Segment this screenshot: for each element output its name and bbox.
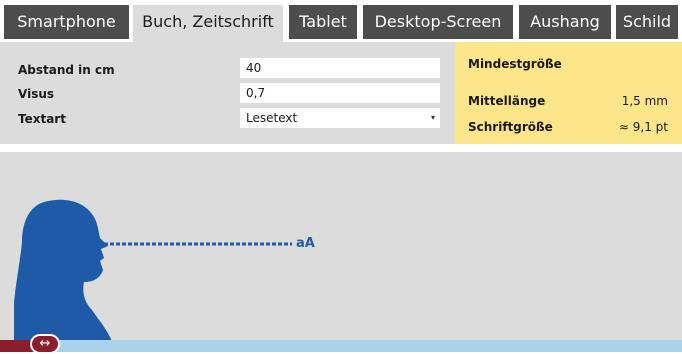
tab-smartphone[interactable]: Smartphone — [4, 5, 129, 39]
tab-buch-zeitschrift[interactable]: Buch, Zeitschrift — [133, 5, 283, 42]
tab-desktop-screen[interactable]: Desktop-Screen — [363, 5, 513, 39]
fontsize-label: Schriftgröße — [468, 120, 553, 134]
dropdown-arrow-icon: ▾ — [430, 113, 435, 122]
viewing-scene: aA ↔ — [0, 152, 682, 354]
input-panel: Abstand in cm 40 Visus 0,7 Textart Leset… — [0, 42, 455, 144]
midlength-value: 1,5 mm — [621, 94, 668, 108]
tab-aushang[interactable]: Aushang — [519, 5, 611, 39]
section-divider — [0, 144, 682, 152]
visus-input[interactable]: 0,7 — [240, 83, 440, 103]
tab-schild[interactable]: Schild — [616, 5, 678, 39]
person-silhouette-icon — [14, 199, 116, 352]
scene-graphic — [14, 199, 292, 352]
result-panel: Mindestgröße Mittellänge 1,5 mm Schriftg… — [455, 42, 682, 144]
result-title: Mindestgröße — [468, 57, 562, 71]
arrows-horizontal-icon: ↔ — [39, 336, 51, 351]
texttype-select[interactable]: Lesetext ▾ — [240, 108, 440, 128]
distance-input[interactable]: 40 — [240, 58, 440, 78]
tab-bar: Smartphone Buch, Zeitschrift Tablet Desk… — [0, 0, 682, 42]
fontsize-value: ≈ 9,1 pt — [618, 120, 668, 134]
tab-tablet[interactable]: Tablet — [289, 5, 357, 39]
sample-text: aA — [296, 236, 315, 251]
texttype-label: Textart — [18, 112, 66, 126]
distance-drag-handle[interactable]: ↔ — [30, 334, 60, 354]
midlength-label: Mittellänge — [468, 94, 546, 108]
texttype-selected-value: Lesetext — [246, 111, 298, 125]
visus-label: Visus — [18, 87, 55, 101]
distance-label: Abstand in cm — [18, 63, 115, 77]
distance-track[interactable] — [0, 340, 682, 352]
